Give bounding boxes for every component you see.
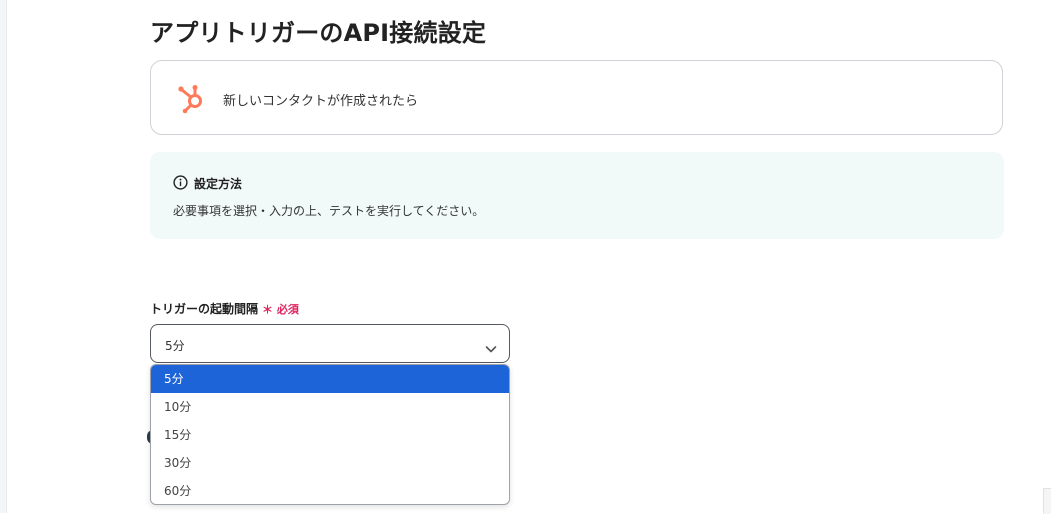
chevron-down-icon: [485, 339, 497, 353]
page-title: アプリトリガーのAPI接続設定: [150, 19, 487, 47]
setup-instructions-box: 設定方法 必要事項を選択・入力の上、テストを実行してください。: [150, 152, 1004, 239]
select-current-value: 5分: [165, 339, 185, 353]
left-panel-edge: [0, 0, 7, 513]
dropdown-option-15min[interactable]: 15分: [151, 421, 509, 449]
trigger-event-label: 新しいコンタクトが作成されたら: [223, 94, 419, 109]
instructions-title: 設定方法: [194, 177, 243, 191]
app-trigger-card: 新しいコンタクトが作成されたら: [150, 60, 1003, 135]
trigger-interval-label-text: トリガーの起動間隔: [150, 302, 259, 316]
dropdown-option-30min[interactable]: 30分: [151, 449, 509, 477]
corner-scroll-edge: [1043, 488, 1051, 514]
trigger-interval-label: トリガーの起動間隔＊ 必須: [150, 300, 299, 317]
info-circle-icon: [173, 175, 188, 190]
instructions-text: 必要事項を選択・入力の上、テストを実行してください。: [173, 204, 485, 218]
hubspot-icon: [176, 82, 208, 114]
dropdown-option-10min[interactable]: 10分: [151, 393, 509, 421]
dropdown-option-60min[interactable]: 60分: [151, 477, 509, 504]
required-badge: ＊ 必須: [262, 303, 299, 316]
trigger-interval-select[interactable]: 5分: [150, 324, 510, 363]
dropdown-option-5min[interactable]: 5分: [151, 365, 509, 393]
trigger-interval-dropdown: 5分 10分 15分 30分 60分: [150, 364, 510, 505]
